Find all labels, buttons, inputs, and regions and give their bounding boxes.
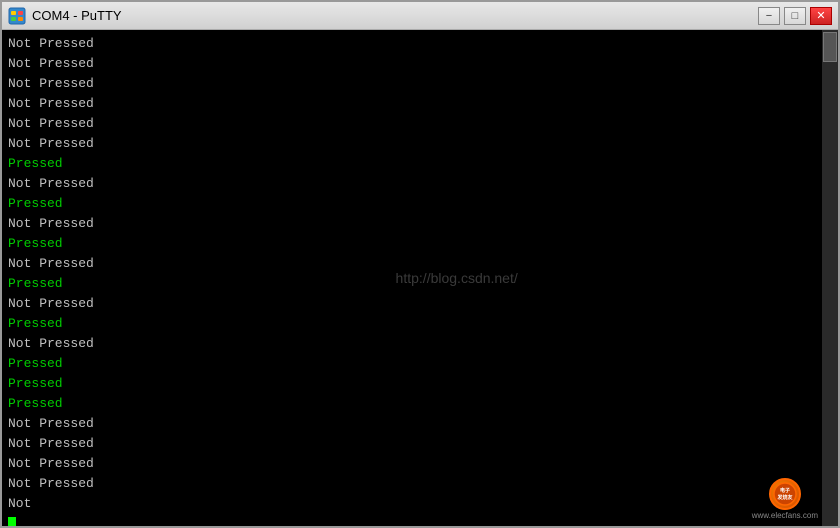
title-bar-buttons: − □ ✕	[758, 7, 832, 25]
cursor-line	[8, 514, 832, 526]
restore-button[interactable]: □	[784, 7, 806, 25]
terminal-cursor	[8, 517, 16, 526]
terminal-line: Not Pressed	[8, 334, 832, 354]
terminal-line: Not Pressed	[8, 74, 832, 94]
terminal-line: Pressed	[8, 274, 832, 294]
terminal-line: Not Pressed	[8, 414, 832, 434]
svg-text:发烧友: 发烧友	[776, 494, 792, 501]
terminal-line: Not Pressed	[8, 254, 832, 274]
terminal-line: Not Pressed	[8, 94, 832, 114]
terminal-line: Pressed	[8, 374, 832, 394]
terminal-line: Not Pressed	[8, 294, 832, 314]
terminal-line: Not Pressed	[8, 54, 832, 74]
terminal-line: Pressed	[8, 154, 832, 174]
close-button[interactable]: ✕	[810, 7, 832, 25]
title-bar: COM4 - PuTTY − □ ✕	[2, 2, 838, 30]
minimize-button[interactable]: −	[758, 7, 780, 25]
terminal-line: Pressed	[8, 394, 832, 414]
terminal-line: Not Pressed	[8, 474, 832, 494]
terminal-line: Pressed	[8, 314, 832, 334]
terminal-line: Not Pressed	[8, 34, 832, 54]
terminal-line: Not Pressed	[8, 134, 832, 154]
scrollbar-thumb[interactable]	[823, 32, 837, 62]
svg-text:电子: 电子	[780, 487, 790, 494]
terminal-line: Not Pressed	[8, 214, 832, 234]
terminal-line: Pressed	[8, 194, 832, 214]
window-title: COM4 - PuTTY	[32, 8, 122, 23]
putty-icon	[8, 7, 26, 25]
terminal-area[interactable]: Not PressedNot PressedNot PressedNot Pre…	[2, 30, 838, 526]
terminal-line: Pressed	[8, 234, 832, 254]
putty-window: COM4 - PuTTY − □ ✕ Not PressedNot Presse…	[0, 0, 840, 528]
brand-url: www.elecfans.com	[752, 511, 818, 520]
terminal-line: Not Pressed	[8, 454, 832, 474]
scrollbar[interactable]	[822, 30, 838, 526]
terminal-line: Not Pressed	[8, 434, 832, 454]
terminal-line: Not Pressed	[8, 174, 832, 194]
title-bar-left: COM4 - PuTTY	[8, 7, 122, 25]
terminal-line: Not Pressed	[8, 114, 832, 134]
brand-area: 电子 发烧友 www.elecfans.com	[752, 478, 818, 520]
elecfans-logo-icon: 电子 发烧友	[769, 478, 801, 510]
terminal-content: Not PressedNot PressedNot PressedNot Pre…	[2, 30, 838, 526]
terminal-line: Pressed	[8, 354, 832, 374]
terminal-line: Not	[8, 494, 832, 514]
